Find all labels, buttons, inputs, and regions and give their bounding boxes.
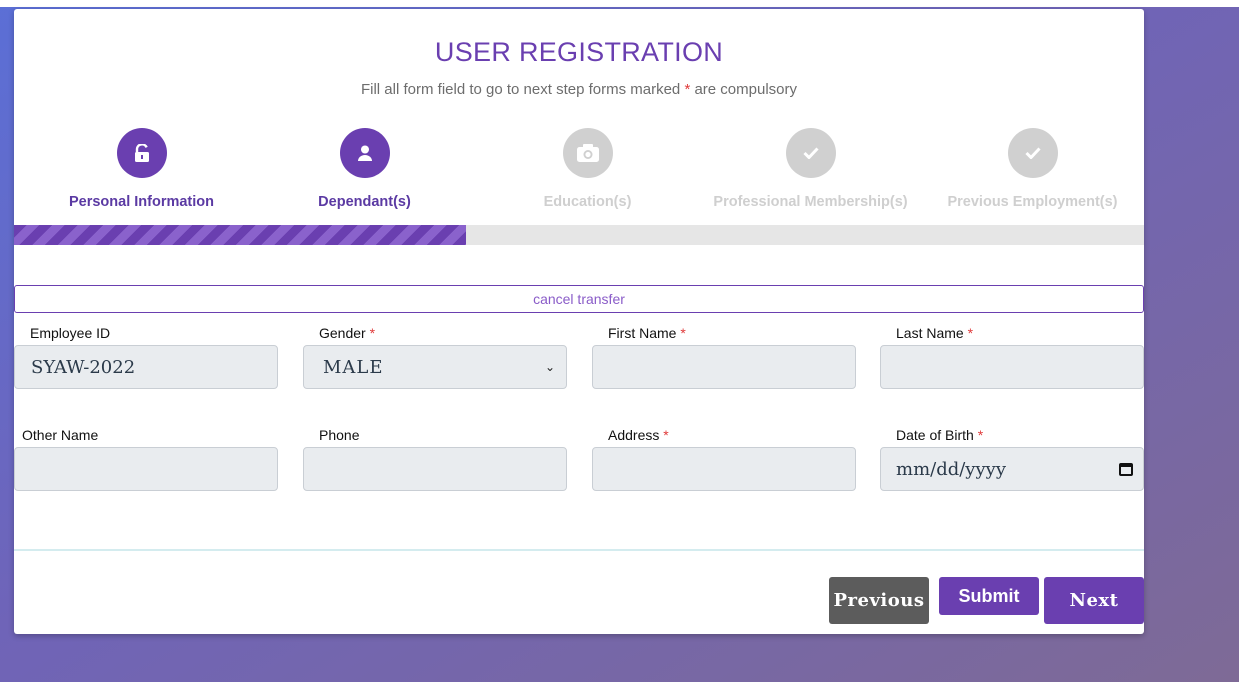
address-label: Address *	[592, 427, 856, 447]
required-asterisk: *	[977, 427, 984, 443]
gender-field: Gender * MALE ⌄	[303, 325, 567, 389]
gender-label: Gender *	[303, 325, 567, 345]
date-of-birth-field: Date of Birth * mm/dd/yyyy	[880, 427, 1144, 491]
gender-selected-value: MALE	[323, 356, 384, 378]
last-name-label: Last Name *	[880, 325, 1144, 345]
phone-input[interactable]	[303, 447, 567, 491]
employee-id-label: Employee ID	[30, 325, 111, 341]
next-button[interactable]: Next	[1044, 577, 1144, 624]
date-of-birth-input[interactable]: mm/dd/yyyy	[880, 447, 1144, 491]
previous-button[interactable]: Previous	[829, 577, 929, 624]
required-asterisk: *	[369, 325, 376, 341]
browser-top-strip	[0, 0, 1239, 7]
footer-divider	[14, 549, 1144, 551]
last-name-field: Last Name *	[880, 325, 1144, 389]
cancel-transfer-button[interactable]: cancel transfer	[14, 285, 1144, 313]
calendar-icon[interactable]	[1119, 462, 1133, 476]
step-previous-employments[interactable]: Previous Employment(s)	[921, 128, 1144, 210]
submit-button[interactable]: Submit	[939, 577, 1039, 615]
check-icon	[802, 147, 819, 159]
address-field: Address *	[592, 427, 856, 491]
registration-card: USER REGISTRATION Fill all form field to…	[14, 9, 1144, 634]
step-personal-information[interactable]: Personal Information	[30, 128, 253, 210]
subtitle-text-end: are compulsory	[690, 81, 797, 98]
step-label: Education(s)	[543, 194, 632, 210]
progress-bar	[14, 225, 1144, 245]
date-of-birth-label: Date of Birth *	[880, 427, 1144, 447]
unlock-icon	[134, 144, 149, 162]
step-circle	[116, 128, 167, 178]
other-name-label: Other Name	[22, 427, 99, 443]
user-icon	[357, 145, 372, 161]
other-name-input[interactable]	[14, 447, 278, 491]
required-asterisk: *	[680, 325, 686, 341]
step-circle	[562, 128, 613, 178]
phone-field: Phone	[303, 427, 567, 491]
first-name-label: First Name *	[592, 325, 856, 345]
phone-label: Phone	[319, 427, 360, 443]
date-of-birth-label-text: Date of Birth	[896, 427, 974, 443]
page-subtitle: Fill all form field to go to next step f…	[14, 81, 1144, 98]
step-circle	[785, 128, 836, 178]
other-name-field: Other Name	[14, 427, 278, 491]
required-asterisk: *	[967, 325, 974, 341]
step-label: Professional Membership(s)	[713, 194, 908, 210]
step-circle	[1007, 128, 1058, 178]
gender-select[interactable]: MALE ⌄	[303, 345, 567, 389]
subtitle-text: Fill all form field to go to next step f…	[360, 81, 685, 98]
step-educations[interactable]: Education(s)	[476, 128, 699, 210]
date-placeholder: mm/dd/yyyy	[896, 458, 1006, 480]
first-name-label-text: First Name	[608, 325, 677, 341]
first-name-input[interactable]	[592, 345, 856, 389]
page-title: USER REGISTRATION	[434, 37, 724, 67]
check-icon	[1024, 147, 1041, 159]
address-input[interactable]	[592, 447, 856, 491]
step-dependants[interactable]: Dependant(s)	[253, 128, 476, 210]
chevron-down-icon: ⌄	[544, 360, 556, 374]
address-label-text: Address	[608, 427, 660, 443]
gender-label-text: Gender	[319, 325, 366, 341]
employee-id-field: Employee ID SYAW-2022	[14, 325, 278, 389]
progress-fill	[14, 225, 466, 245]
step-professional-memberships[interactable]: Professional Membership(s)	[699, 128, 922, 210]
step-label: Previous Employment(s)	[947, 194, 1118, 210]
step-label: Personal Information	[68, 194, 215, 210]
employee-id-input[interactable]: SYAW-2022	[14, 345, 278, 389]
camera-icon	[576, 144, 599, 162]
step-circle	[339, 128, 390, 178]
first-name-field: First Name *	[592, 325, 856, 389]
required-asterisk: *	[663, 427, 669, 443]
last-name-label-text: Last Name	[896, 325, 964, 341]
last-name-input[interactable]	[880, 345, 1144, 389]
step-label: Dependant(s)	[318, 194, 411, 210]
